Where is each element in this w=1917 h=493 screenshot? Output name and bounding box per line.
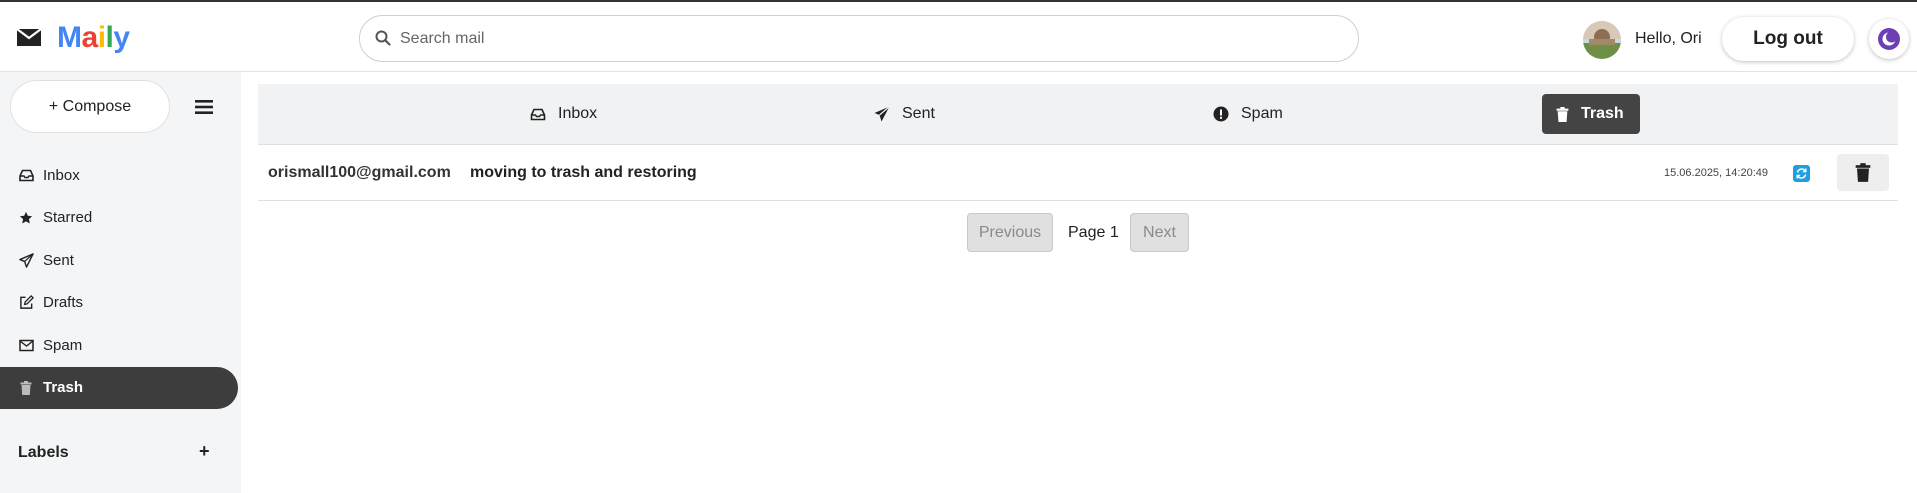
logo-letter: M [57,21,82,54]
sidebar-item-label: Inbox [43,166,80,184]
sidebar-nav: Inbox Starred Sent Drafts Spam Trash [0,154,238,409]
search-input[interactable] [400,26,1300,52]
paper-plane-icon [18,252,34,268]
search-icon [375,30,391,46]
sidebar-item-label: Starred [43,209,93,227]
page-indicator: Page 1 [1068,224,1119,241]
app-logo[interactable]: Maily [57,20,130,56]
email-date: 15.06.2025, 14:20:49 [1664,167,1768,179]
star-icon [18,210,34,226]
envelope-icon [18,337,34,353]
logo-letter: y [113,21,130,54]
logo-letter: i [97,21,106,54]
theme-toggle-button[interactable] [1869,19,1909,59]
restore-icon [1796,168,1807,179]
tab-label: Inbox [558,105,598,122]
inbox-icon [530,108,546,120]
previous-page-button[interactable]: Previous [967,213,1053,252]
user-greeting: Hello, Ori [1635,30,1702,47]
sidebar-item-sent[interactable]: Sent [0,239,238,282]
sidebar-item-label: Drafts [43,294,84,312]
logo-letter: a [81,21,99,54]
trash-icon [18,380,34,396]
exclamation-circle-icon [1213,106,1229,122]
tab-spam[interactable]: Spam [1213,94,1283,134]
envelope-icon[interactable] [16,26,42,48]
tab-label: Sent [902,105,935,122]
sidebar-item-spam[interactable]: Spam [0,324,238,367]
sidebar-item-starred[interactable]: Starred [0,197,238,240]
inbox-icon [18,167,34,183]
hamburger-menu-icon[interactable] [193,98,215,116]
edit-icon [18,295,34,311]
avatar[interactable] [1583,21,1621,59]
email-row[interactable]: orismall100@gmail.com moving to trash an… [258,145,1898,201]
sidebar-item-drafts[interactable]: Drafts [0,282,238,325]
tab-sent[interactable]: Sent [874,94,935,134]
email-subject: moving to trash and restoring [470,164,697,181]
sidebar-item-label: Trash [43,379,84,397]
paper-plane-icon [874,106,890,122]
tab-inbox[interactable]: Inbox [530,94,597,134]
top-bar: Maily Hello, Ori Log out [0,4,1917,72]
logo-letter: l [105,21,114,54]
restore-button[interactable] [1793,165,1810,182]
sidebar: + Compose Inbox Starred Sent Drafts Spam… [0,72,241,493]
tab-label: Spam [1241,105,1283,122]
trash-icon [1855,163,1871,182]
delete-forever-button[interactable] [1837,154,1889,191]
sidebar-item-trash[interactable]: Trash [0,366,238,409]
tab-trash[interactable]: Trash [1542,94,1640,134]
sidebar-item-label: Spam [43,336,83,354]
trash-icon [1556,106,1569,122]
labels-heading: Labels [18,444,69,461]
logout-button[interactable]: Log out [1722,17,1854,61]
next-page-button[interactable]: Next [1130,213,1189,252]
compose-button[interactable]: + Compose [10,80,170,133]
theme-icon [1878,28,1900,50]
sidebar-item-inbox[interactable]: Inbox [0,154,238,197]
tab-label: Trash [1581,105,1624,122]
search-bar[interactable] [359,15,1359,62]
sidebar-item-label: Sent [43,251,74,269]
add-label-button[interactable]: + [199,441,210,462]
folder-tabs: Inbox Sent Spam Trash [258,84,1898,145]
email-sender: orismall100@gmail.com [268,164,451,181]
